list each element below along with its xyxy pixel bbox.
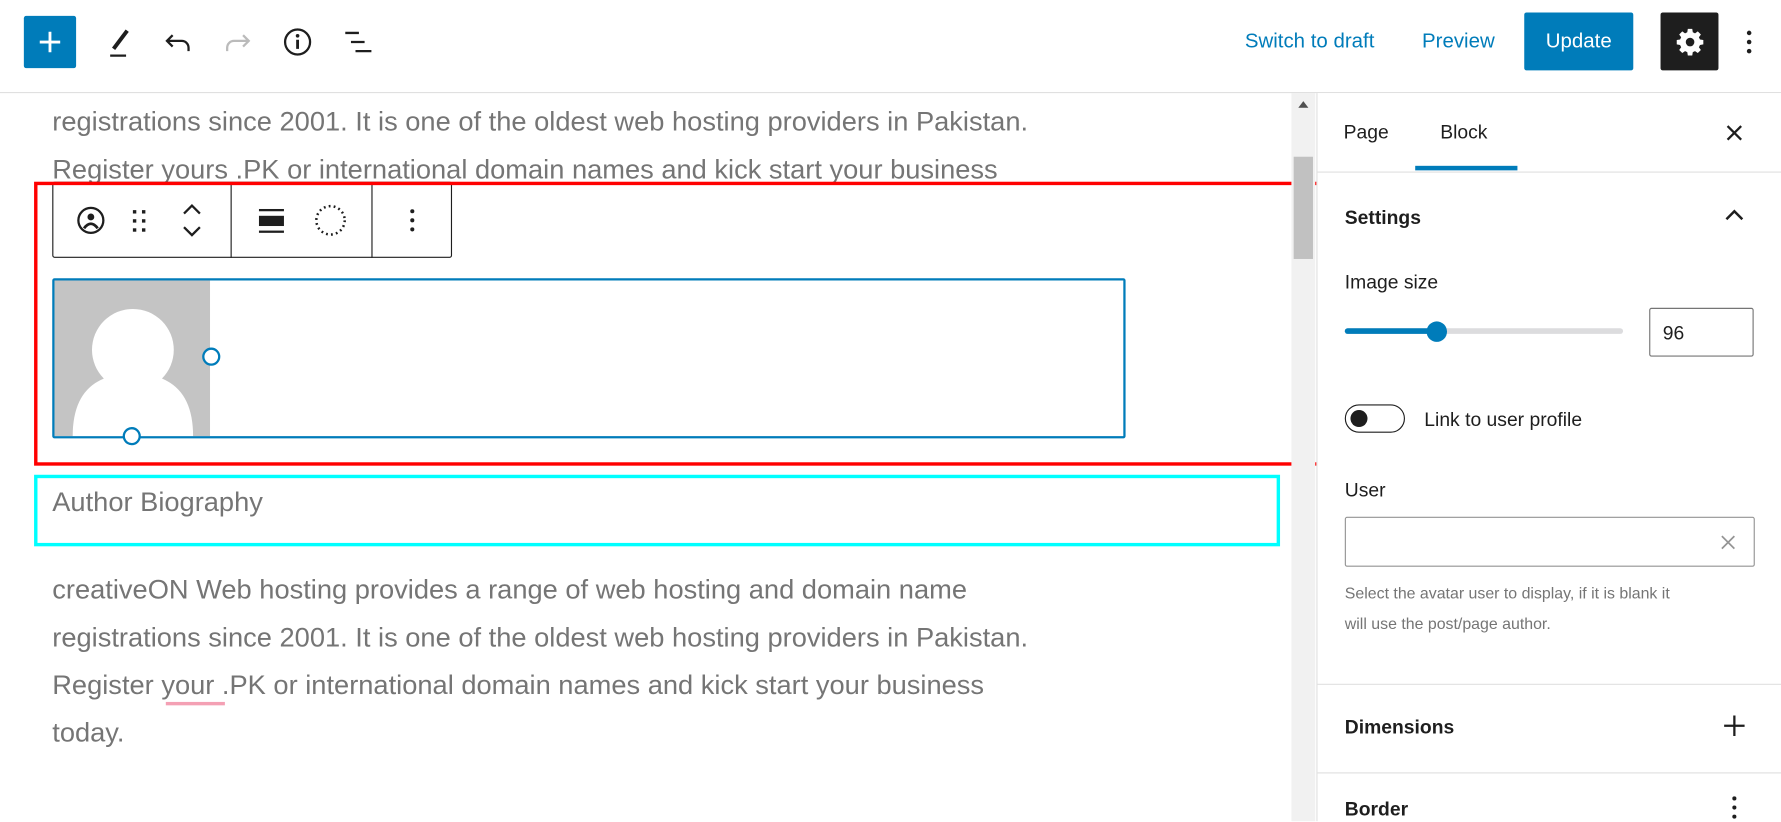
spellcheck-underline bbox=[165, 701, 225, 706]
editor-scrollbar[interactable] bbox=[1291, 93, 1316, 822]
plus-icon bbox=[39, 31, 61, 53]
divider bbox=[1317, 683, 1781, 685]
list-view-button[interactable] bbox=[341, 25, 375, 59]
paragraph-line[interactable]: registrations since 2001. It is one of t… bbox=[52, 99, 1028, 147]
user-help-text: will use the post/page author. bbox=[1344, 614, 1551, 633]
more-vertical-icon bbox=[1732, 796, 1737, 819]
divider bbox=[1317, 772, 1781, 774]
undo-button[interactable] bbox=[161, 25, 195, 59]
redo-button[interactable] bbox=[220, 25, 254, 59]
link-to-profile-label: Link to user profile bbox=[1424, 408, 1583, 431]
undo-icon bbox=[165, 34, 190, 52]
divider bbox=[1317, 171, 1781, 173]
plus-icon bbox=[1724, 715, 1745, 736]
scrollbar-thumb[interactable] bbox=[1293, 156, 1313, 259]
border-panel-title[interactable]: Border bbox=[1345, 798, 1408, 821]
paragraph-line[interactable]: registrations since 2001. It is one of t… bbox=[52, 614, 1028, 662]
close-sidebar-button[interactable] bbox=[1720, 118, 1750, 148]
collapse-settings-button[interactable] bbox=[1721, 203, 1748, 226]
clear-icon[interactable] bbox=[1721, 535, 1736, 550]
tab-block[interactable]: Block bbox=[1440, 122, 1487, 145]
paragraph-line[interactable]: today. bbox=[52, 710, 124, 758]
top-toolbar: Switch to draft Preview Update bbox=[0, 0, 1781, 94]
slider-thumb[interactable] bbox=[1426, 321, 1447, 342]
tab-page[interactable]: Page bbox=[1344, 122, 1389, 145]
info-icon bbox=[283, 28, 312, 56]
toggle-knob bbox=[1350, 410, 1368, 428]
highlight-box-cyan bbox=[34, 474, 1281, 547]
paragraph-line[interactable]: creativeON Web hosting provides a range … bbox=[52, 567, 967, 615]
preview-link[interactable]: Preview bbox=[1422, 30, 1495, 54]
settings-panel-title[interactable]: Settings bbox=[1345, 207, 1421, 230]
add-dimensions-button[interactable] bbox=[1722, 713, 1747, 738]
pencil-icon bbox=[110, 29, 129, 57]
image-size-label: Image size bbox=[1344, 271, 1439, 294]
list-view-icon bbox=[345, 31, 372, 53]
more-vertical-icon bbox=[1746, 30, 1752, 54]
active-tab-indicator bbox=[1415, 165, 1518, 171]
switch-to-draft-link[interactable]: Switch to draft bbox=[1245, 30, 1375, 54]
image-size-input[interactable]: 96 bbox=[1649, 307, 1754, 357]
border-options-button[interactable] bbox=[1722, 793, 1747, 822]
settings-sidebar: Page Block Settings Image size 96 Link t… bbox=[1316, 93, 1781, 822]
options-button[interactable] bbox=[1736, 25, 1763, 59]
redo-icon bbox=[226, 34, 251, 52]
close-icon bbox=[1726, 125, 1742, 141]
gear-icon bbox=[1676, 28, 1703, 55]
link-to-profile-toggle[interactable] bbox=[1344, 404, 1405, 433]
scroll-up-arrow-icon bbox=[1298, 101, 1309, 108]
chevron-up-icon bbox=[1725, 209, 1744, 221]
update-button[interactable]: Update bbox=[1524, 12, 1634, 71]
add-block-button[interactable] bbox=[23, 15, 77, 69]
tools-button[interactable] bbox=[102, 25, 136, 59]
settings-button[interactable] bbox=[1660, 12, 1719, 71]
slider-fill bbox=[1344, 328, 1437, 334]
user-select-input[interactable] bbox=[1344, 516, 1755, 567]
dimensions-panel-title[interactable]: Dimensions bbox=[1345, 717, 1454, 740]
image-size-slider[interactable] bbox=[1344, 319, 1624, 344]
user-label: User bbox=[1344, 479, 1386, 501]
user-help-text: Select the avatar user to display, if it… bbox=[1344, 583, 1670, 602]
details-button[interactable] bbox=[281, 25, 315, 59]
